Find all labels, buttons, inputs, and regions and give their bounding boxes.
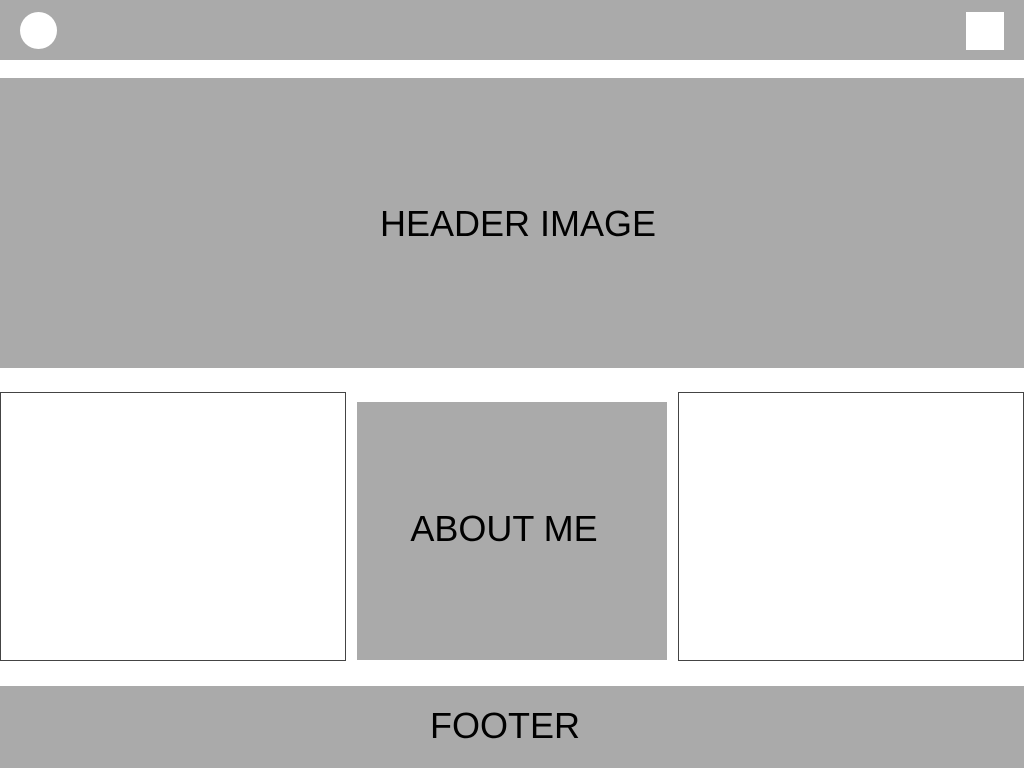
about-me-panel: ABOUT ME	[357, 402, 667, 660]
header-image: HEADER IMAGE	[0, 78, 1024, 368]
left-content-panel	[0, 392, 346, 661]
circle-icon[interactable]	[20, 12, 57, 49]
about-me-label: ABOUT ME	[410, 508, 598, 549]
top-nav-bar	[0, 0, 1024, 60]
square-icon[interactable]	[966, 12, 1004, 50]
footer: FOOTER	[0, 686, 1024, 768]
footer-label: FOOTER	[430, 705, 580, 746]
right-content-panel	[678, 392, 1024, 661]
header-image-label: HEADER IMAGE	[379, 203, 657, 244]
